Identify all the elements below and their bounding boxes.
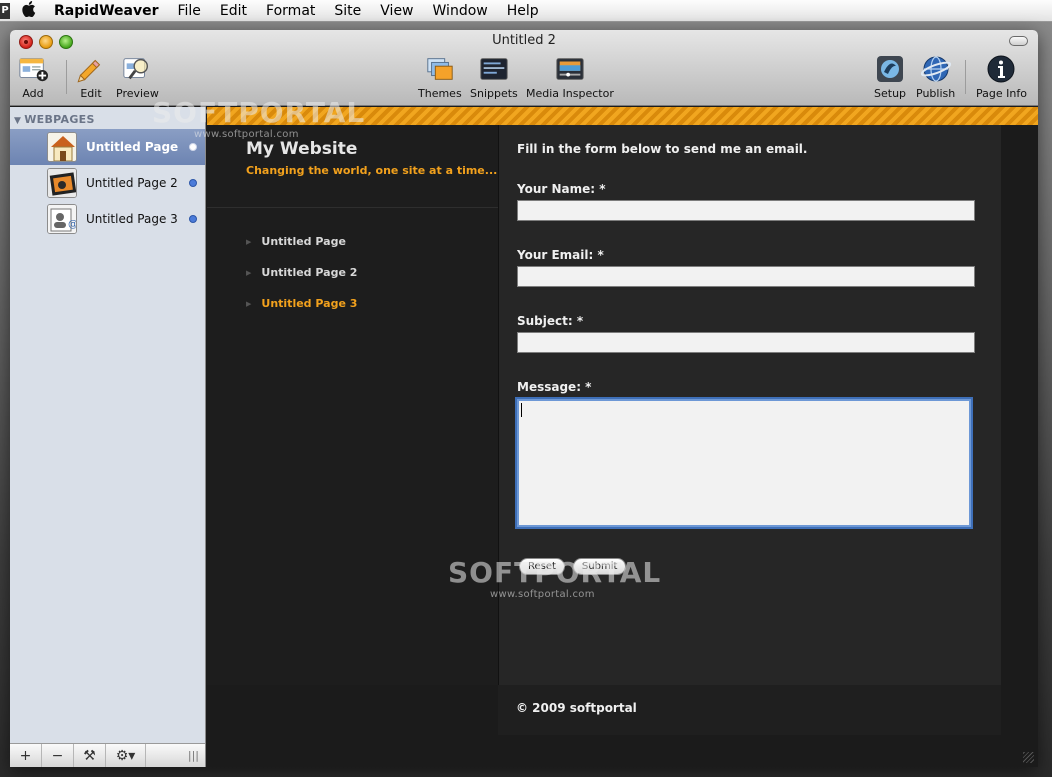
menu-view[interactable]: View (380, 3, 413, 19)
name-input[interactable] (517, 200, 975, 221)
toolbar-separator (965, 60, 966, 94)
window-resize-grip[interactable] (1023, 752, 1034, 763)
title-toolbar: Untitled 2 Add Edit Preview Themes Snipp… (10, 30, 1038, 106)
setup-label: Setup (874, 87, 907, 100)
menu-format[interactable]: Format (266, 3, 315, 19)
setup-icon (875, 55, 905, 83)
svg-text:@: @ (68, 219, 77, 230)
menu-help[interactable]: Help (507, 3, 539, 19)
window-title: Untitled 2 (492, 33, 556, 48)
media-inspector-icon (555, 55, 585, 83)
snippets-button[interactable]: Snippets (470, 55, 518, 103)
watermark-brand: SOFTPORTAL (152, 96, 366, 129)
page-status-dot (189, 179, 197, 187)
webpages-header-label: WEBPAGES (24, 113, 95, 126)
watermark-brand: SOFTPORTAL (448, 556, 662, 589)
subject-input[interactable] (517, 332, 975, 353)
site-nav-item-current[interactable]: ▶ Untitled Page 3 (246, 297, 357, 310)
disclosure-triangle-icon[interactable]: ▼ (14, 116, 21, 126)
webpages-header[interactable]: ▼ WEBPAGES (14, 113, 95, 126)
media-inspector-button[interactable]: Media Inspector (526, 55, 614, 103)
site-title: My Website (246, 139, 358, 159)
page-preview: My Website Changing the world, one site … (207, 107, 1038, 767)
snippets-label: Snippets (470, 87, 518, 100)
site-nav-item[interactable]: ▶ Untitled Page 2 (246, 266, 357, 279)
snippets-icon (479, 55, 509, 83)
preview-magnifier-icon (122, 55, 152, 83)
wrench-icon[interactable]: ⚒ (74, 743, 106, 767)
home-page-icon (47, 132, 77, 162)
text-caret (521, 403, 522, 417)
toolbar-separator (66, 60, 67, 94)
edit-mode-button[interactable]: Edit (76, 55, 106, 103)
message-label: Message: * (517, 380, 592, 394)
sidebar-item-untitled-page-3[interactable]: @ Untitled Page 3 (10, 201, 205, 237)
webpages-sidebar: ▼ WEBPAGES Untitled Page Untitled Page 2… (10, 107, 206, 767)
site-nav-item[interactable]: ▶ Untitled Page (246, 235, 346, 248)
add-page-icon (18, 55, 48, 83)
name-label: Your Name: * (517, 182, 606, 196)
sidebar-item-label: Untitled Page 3 (86, 212, 178, 226)
sidebar-item-label: Untitled Page 2 (86, 176, 178, 190)
contact-form-page-icon: @ (47, 204, 77, 234)
setup-button[interactable]: Setup (874, 55, 906, 103)
photo-album-page-icon (47, 168, 77, 198)
publish-label: Publish (916, 87, 956, 100)
watermark-top: SOFTPORTAL www.softportal.com (152, 96, 365, 140)
menu-edit[interactable]: Edit (220, 3, 247, 19)
sidebar-bottom-bar: + − ⚒ ⚙▾ ||| (10, 743, 205, 767)
footer-text: © 2009 softportal (516, 701, 637, 715)
page-status-dot (189, 143, 197, 151)
page-status-dot (189, 215, 197, 223)
page-info-label: Page Info (976, 87, 1027, 100)
sidebar-item-untitled-page-2[interactable]: Untitled Page 2 (10, 165, 205, 201)
menu-window[interactable]: Window (433, 3, 488, 19)
site-footer: © 2009 softportal (498, 685, 1001, 735)
message-textarea[interactable] (517, 399, 971, 527)
form-intro: Fill in the form below to send me an ema… (517, 142, 808, 156)
watermark-url: www.softportal.com (490, 589, 595, 600)
apple-menu-icon[interactable] (22, 0, 40, 21)
email-label: Your Email: * (517, 248, 604, 262)
watermark-url: www.softportal.com (194, 129, 299, 140)
add-label: Add (22, 87, 44, 100)
nav-arrow-icon: ▶ (246, 269, 252, 277)
app-window: Untitled 2 Add Edit Preview Themes Snipp… (10, 30, 1038, 767)
toolbar-toggle-button[interactable] (1009, 36, 1028, 46)
themes-label: Themes (418, 87, 462, 100)
watermark-bottom: SOFTPORTAL www.softportal.com (448, 556, 661, 600)
page-info-button[interactable]: Page Info (976, 55, 1027, 103)
add-page-small-button[interactable]: + (10, 743, 42, 767)
remove-page-button[interactable]: − (42, 743, 74, 767)
menu-file[interactable]: File (177, 3, 200, 19)
gear-menu-icon[interactable]: ⚙▾ (106, 743, 146, 767)
subject-label: Subject: * (517, 314, 584, 328)
divider (207, 207, 498, 208)
themes-button[interactable]: Themes (418, 55, 462, 103)
site-nav-label: Untitled Page 2 (261, 266, 358, 279)
nav-arrow-icon: ▶ (246, 238, 252, 246)
app-badge: P (0, 2, 10, 19)
info-icon (986, 55, 1016, 83)
media-inspector-label: Media Inspector (526, 87, 614, 100)
site-content: Fill in the form below to send me an ema… (498, 125, 1001, 685)
edit-label: Edit (80, 87, 102, 100)
globe-icon (920, 55, 951, 83)
sidebar-item-label: Untitled Page (86, 140, 179, 154)
sidebar-resize-grip[interactable]: ||| (188, 749, 199, 762)
site-nav-label: Untitled Page 3 (261, 297, 358, 310)
publish-button[interactable]: Publish (916, 55, 955, 103)
email-input[interactable] (517, 266, 975, 287)
nav-arrow-icon: ▶ (246, 300, 252, 308)
themes-icon (425, 55, 455, 83)
menu-site[interactable]: Site (334, 3, 361, 19)
pencil-icon (76, 55, 106, 83)
add-page-button[interactable]: Add (18, 55, 48, 103)
menu-bar: P RapidWeaver File Edit Format Site View… (0, 0, 1052, 22)
menu-app-name[interactable]: RapidWeaver (54, 3, 158, 19)
site-slogan: Changing the world, one site at a time..… (246, 164, 498, 177)
site-sidebar: My Website Changing the world, one site … (207, 125, 498, 685)
site-nav-label: Untitled Page (261, 235, 346, 248)
